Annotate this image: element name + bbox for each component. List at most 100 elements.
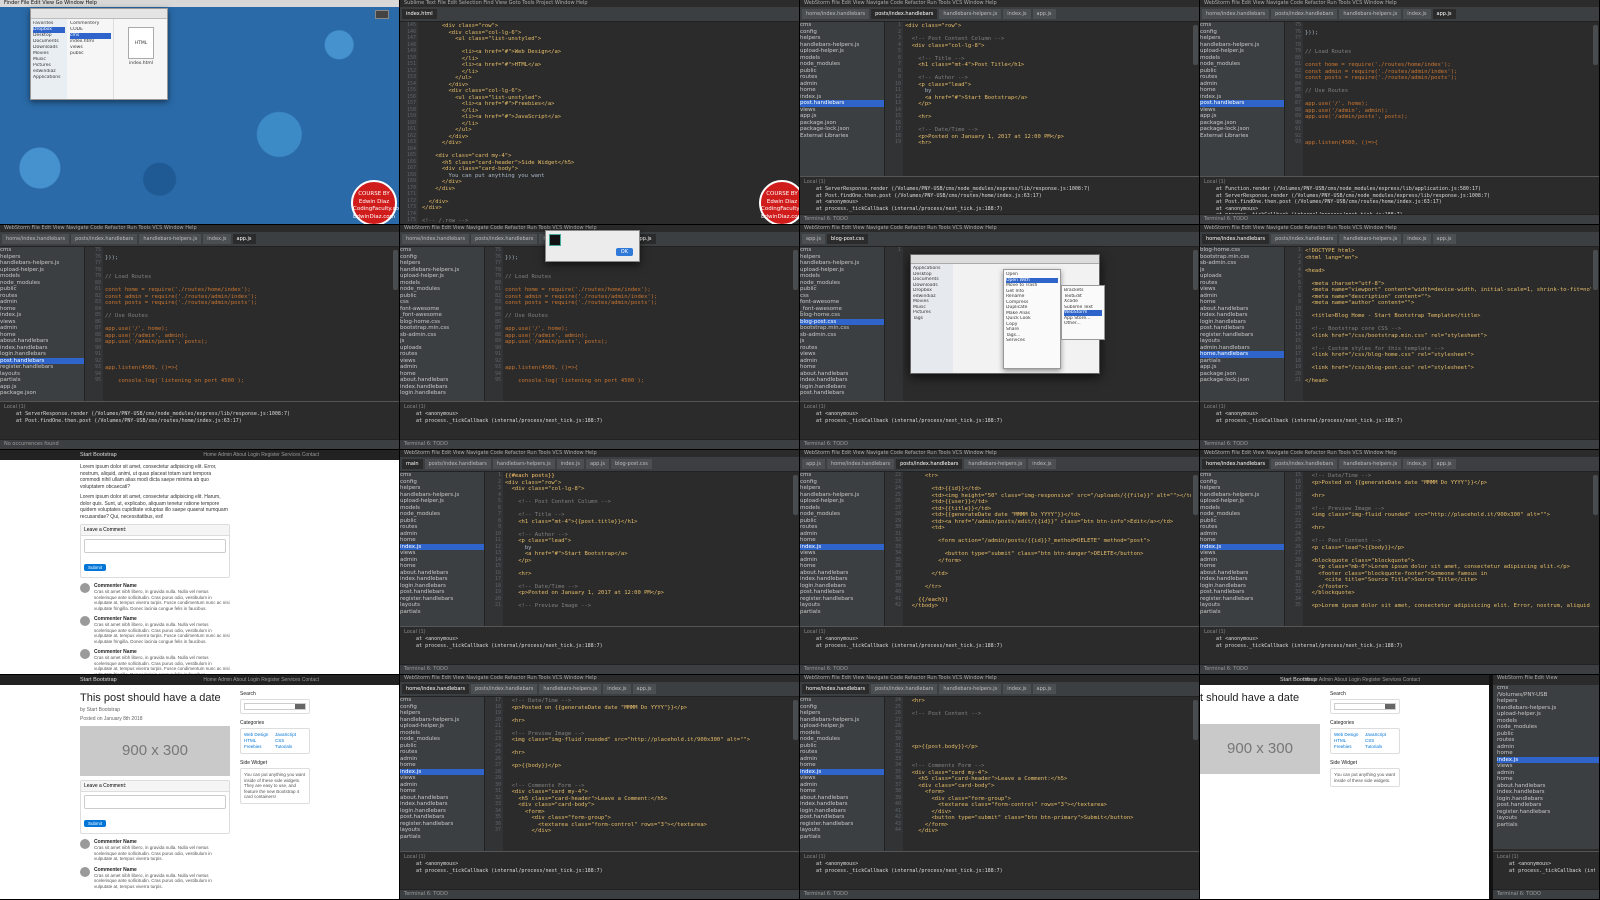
editor-tab[interactable]: handlebars-helpers.js bbox=[1339, 9, 1402, 19]
scrollbar[interactable] bbox=[1193, 25, 1198, 65]
editor-tab[interactable]: home/index.handlebars bbox=[1202, 234, 1270, 244]
terminal-panel[interactable]: Local (1) at <anonymous> at process._tic… bbox=[400, 626, 799, 664]
finder-item[interactable]: public bbox=[70, 51, 111, 57]
scrollbar[interactable] bbox=[1193, 250, 1198, 290]
editor-tab[interactable]: handlebars-helpers.js bbox=[939, 684, 1002, 694]
code-editor[interactable]: }));// Load Routes const home = require('… bbox=[505, 247, 791, 401]
editor-tab[interactable]: blog-post.css bbox=[827, 234, 868, 244]
editor-tab[interactable]: index.js bbox=[1028, 459, 1056, 469]
editor-tab[interactable]: app.js bbox=[802, 459, 825, 469]
search-input[interactable] bbox=[244, 703, 306, 710]
editor-tab[interactable]: posts/index.handlebars bbox=[471, 234, 538, 244]
editor-tab[interactable]: index.js bbox=[1403, 9, 1431, 19]
code-editor[interactable]: <!DOCTYPE html> <html lang="en"> <head> <m… bbox=[1305, 247, 1591, 401]
tree-item[interactable]: login.handlebars bbox=[400, 390, 484, 397]
search-go-button[interactable] bbox=[1385, 704, 1395, 709]
tree-item[interactable]: partials bbox=[400, 609, 484, 616]
editor-tab[interactable]: handlebars-helpers.js bbox=[539, 684, 602, 694]
editor-tab[interactable]: home/index.handlebars bbox=[402, 234, 470, 244]
editor-tab[interactable]: app.js bbox=[1432, 9, 1456, 19]
editor-tab[interactable]: app.js bbox=[1032, 9, 1056, 19]
editor-tab[interactable]: app.js bbox=[632, 684, 656, 694]
navbar-brand[interactable]: Start Bootstrap bbox=[80, 677, 117, 683]
terminal-panel[interactable]: Local (1) at <anonymous> at process._tic… bbox=[400, 851, 799, 889]
editor-tab[interactable]: index.js bbox=[603, 684, 631, 694]
navbar-links[interactable]: Home Admin About Login Register Services… bbox=[1304, 675, 1420, 685]
terminal-panel[interactable]: Local (1) at <anonymous> at process._tic… bbox=[800, 626, 1199, 664]
code-editor[interactable]: <!-- Date/Time --> <p>Posted on {{genera… bbox=[505, 697, 791, 851]
submit-button[interactable]: Submit bbox=[84, 820, 107, 827]
tree-item[interactable]: partials bbox=[1200, 609, 1284, 616]
code-editor[interactable]: <hr> <!-- Post Content --> <p>{{post.bod… bbox=[905, 697, 1191, 851]
scrollbar[interactable] bbox=[1593, 25, 1598, 65]
editor-tab[interactable]: app.js bbox=[1432, 459, 1456, 469]
code-editor[interactable]: <div class="row"> <div class="col-lg-6">… bbox=[422, 22, 759, 224]
scrollbar[interactable] bbox=[793, 475, 798, 515]
category-link[interactable]: Tutorials bbox=[1365, 744, 1396, 750]
dialog-sidebar-item[interactable]: Tags bbox=[913, 316, 951, 322]
context-menu-item[interactable]: Services bbox=[1006, 338, 1058, 344]
submit-button[interactable]: Submit bbox=[84, 564, 107, 571]
submenu-item[interactable]: Other... bbox=[1064, 321, 1102, 327]
code-editor[interactable]: <tr> <td>{{id}}</td> <td><img height="50… bbox=[905, 472, 1191, 626]
category-link[interactable]: Freebies bbox=[1334, 744, 1365, 750]
editor-tab[interactable]: home/index.handlebars bbox=[1202, 9, 1270, 19]
search-go-button[interactable] bbox=[295, 704, 305, 709]
editor-tab[interactable]: app.js bbox=[585, 459, 609, 469]
comment-textarea[interactable] bbox=[84, 795, 226, 809]
editor-tab[interactable]: index.js bbox=[1003, 684, 1031, 694]
editor-tab[interactable]: posts/index.handlebars bbox=[424, 459, 491, 469]
scrollbar[interactable] bbox=[793, 700, 798, 740]
terminal-panel[interactable]: Local (1) at <anonymous> at process._tic… bbox=[1200, 626, 1599, 664]
scrollbar[interactable] bbox=[393, 250, 398, 290]
editor-tab[interactable]: home/index.handlebars bbox=[802, 684, 870, 694]
editor-tab[interactable]: home/index.handlebars bbox=[402, 684, 470, 694]
terminal-panel[interactable]: Local (1) at Function.render (/Volumes/P… bbox=[1200, 176, 1599, 214]
scrollbar[interactable] bbox=[793, 250, 798, 290]
editor-tab[interactable]: posts/index.handlebars bbox=[896, 459, 963, 469]
tree-item[interactable]: partials bbox=[1497, 822, 1599, 829]
tree-item[interactable]: External Libraries bbox=[1200, 133, 1284, 140]
category-link[interactable]: Tutorials bbox=[275, 744, 306, 750]
terminal-panel[interactable]: Local (1) at <anonymous> at process._tic… bbox=[1200, 401, 1599, 439]
editor-tab[interactable]: index.js bbox=[1003, 9, 1031, 19]
editor-tab[interactable]: handlebars-helpers.js bbox=[1339, 234, 1402, 244]
code-editor[interactable]: {{#each posts}} <div class="row"> <div cl… bbox=[505, 472, 791, 626]
editor-tab[interactable]: index.js bbox=[203, 234, 231, 244]
editor-tab[interactable]: posts/index.handlebars bbox=[1271, 234, 1338, 244]
scrollbar[interactable] bbox=[1593, 475, 1598, 515]
editor-tab[interactable]: home/index.handlebars bbox=[2, 234, 70, 244]
editor-tab[interactable]: home/index.handlebars bbox=[802, 9, 870, 19]
navbar-brand[interactable]: Start Bootstrap bbox=[80, 452, 117, 458]
editor-tab[interactable]: index.js bbox=[1403, 234, 1431, 244]
editor-tab[interactable]: posts/index.handlebars bbox=[71, 234, 138, 244]
terminal-panel[interactable]: Local (1) at <anonymous> at process._tic… bbox=[800, 851, 1199, 889]
editor-tab[interactable]: handlebars-helpers.js bbox=[139, 234, 202, 244]
terminal-panel[interactable]: Local (1) at <anonymous> at process._tic… bbox=[800, 401, 1199, 439]
editor-tab[interactable]: handlebars-helpers.js bbox=[964, 459, 1027, 469]
navbar-links[interactable]: Home Admin About Login Register Services… bbox=[203, 450, 319, 460]
search-input[interactable] bbox=[1334, 703, 1396, 710]
category-link[interactable]: Freebies bbox=[244, 744, 275, 750]
terminal-panel[interactable]: Local (1) at <anonymous> at process._tic… bbox=[400, 401, 799, 439]
scrollbar[interactable] bbox=[1593, 250, 1598, 290]
editor-tab[interactable]: app.js bbox=[1032, 684, 1056, 694]
editor-tab[interactable]: blog-post.css bbox=[610, 459, 652, 469]
tree-item[interactable]: partials bbox=[400, 834, 484, 841]
editor-tab[interactable]: home/index.handlebars bbox=[827, 459, 895, 469]
editor-tab[interactable]: posts/index.handlebars bbox=[471, 684, 538, 694]
tree-item[interactable]: package-lock.json bbox=[1200, 377, 1284, 384]
finder-sidebar-item[interactable]: Applications bbox=[33, 75, 65, 81]
navbar-links[interactable]: Home Admin About Login Register Services… bbox=[203, 675, 319, 685]
scrollbar[interactable] bbox=[1193, 475, 1198, 515]
tree-item[interactable]: package.json bbox=[0, 390, 84, 397]
editor-tab[interactable]: app.js bbox=[1432, 234, 1456, 244]
tree-item[interactable]: partials bbox=[800, 609, 884, 616]
tree-item[interactable]: post.handlebars bbox=[800, 390, 884, 397]
editor-tab[interactable]: index.js bbox=[1403, 459, 1431, 469]
code-editor[interactable]: }));// Load Routes const home = require('… bbox=[105, 247, 391, 401]
editor-tab[interactable]: handlebars-helpers.js bbox=[1339, 459, 1402, 469]
terminal-panel[interactable]: Local (1) at ServerResponse.render (/Vol… bbox=[800, 176, 1199, 214]
code-editor[interactable]: }));// Load Routes const home = require('… bbox=[1305, 22, 1591, 176]
scrollbar[interactable] bbox=[1193, 700, 1198, 740]
